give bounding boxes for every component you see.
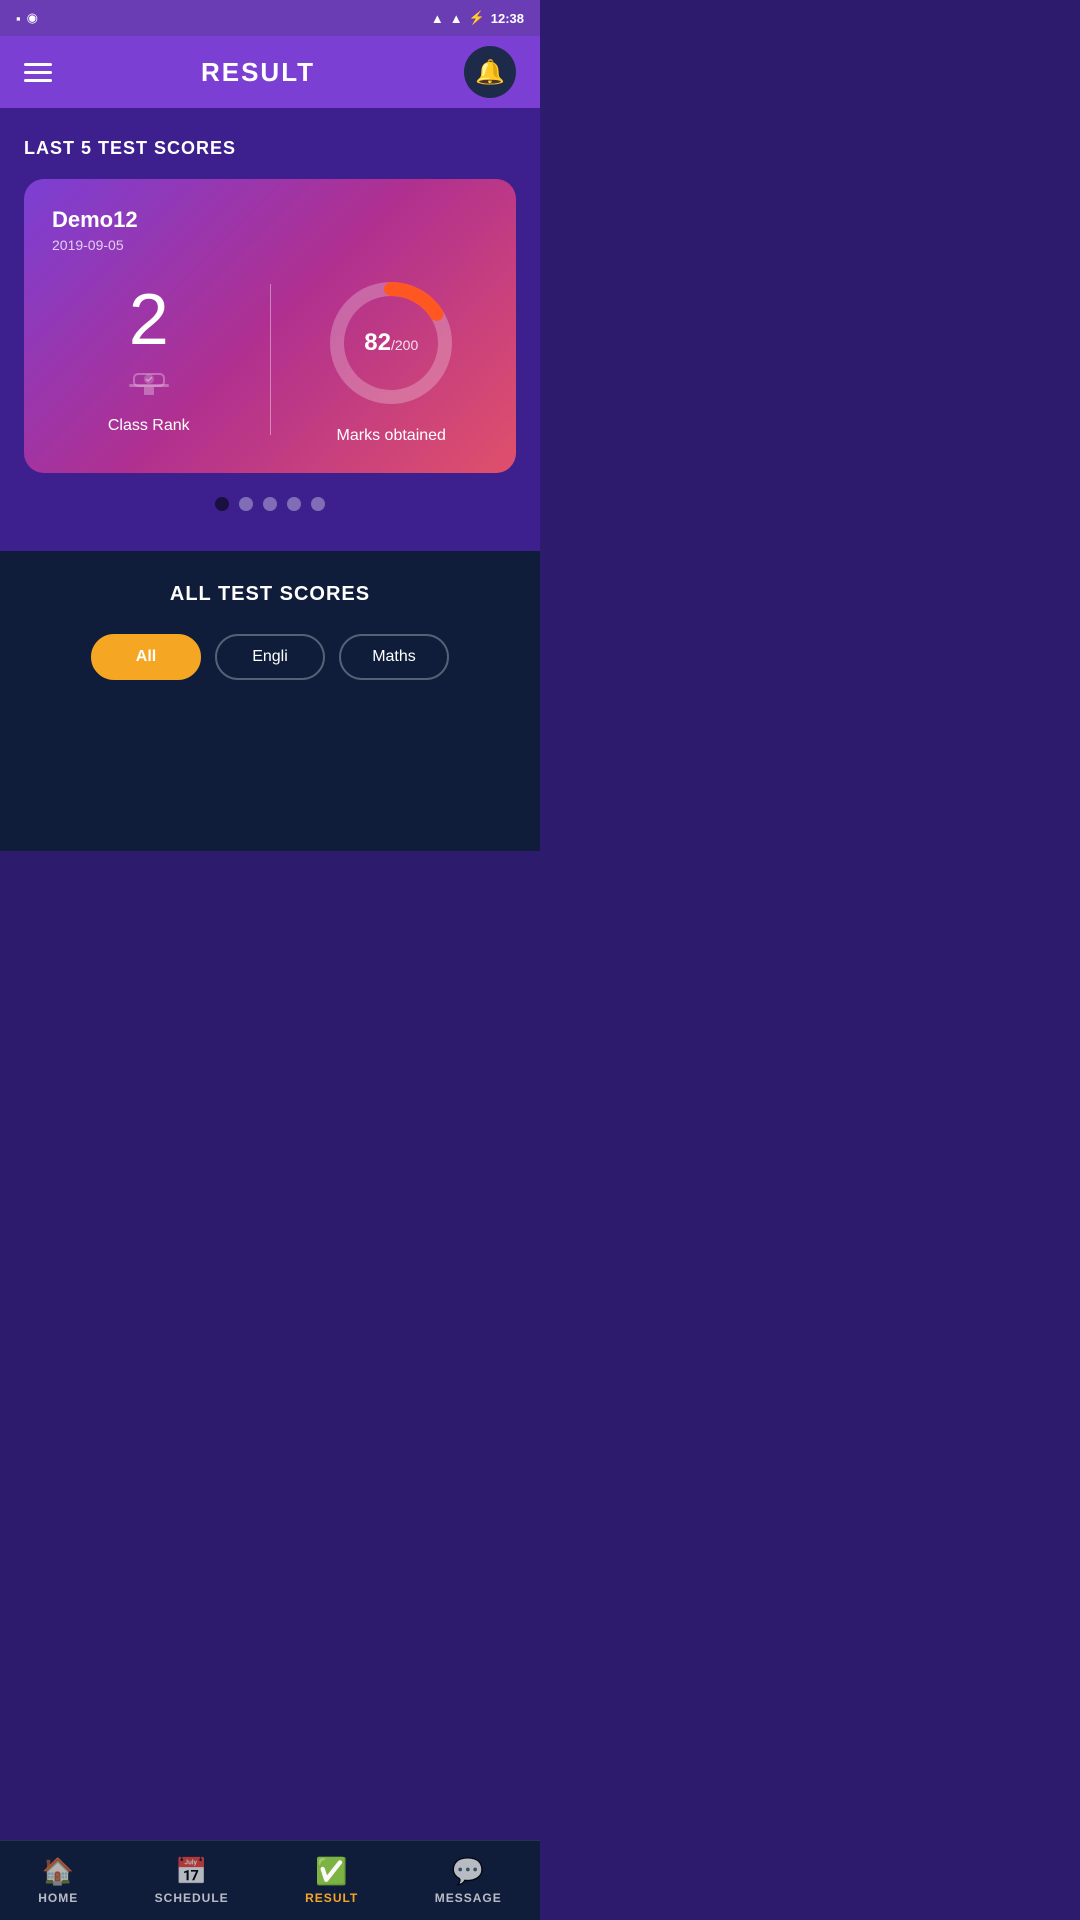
score-total: /200 xyxy=(391,337,418,353)
test-date: 2019-09-05 xyxy=(52,237,488,253)
message-icon: 💬 xyxy=(452,1856,485,1887)
marks-label: Marks obtained xyxy=(337,427,446,445)
filter-buttons-group: All Engli Maths xyxy=(24,634,516,680)
notification-button[interactable]: 🔔 xyxy=(464,46,516,98)
bell-icon: 🔔 xyxy=(475,58,505,87)
last-scores-title: LAST 5 TEST SCORES xyxy=(24,138,516,159)
all-scores-section: ALL TEST SCORES All Engli Maths xyxy=(0,551,540,851)
dot-1[interactable] xyxy=(215,497,229,511)
dot-2[interactable] xyxy=(239,497,253,511)
dot-4[interactable] xyxy=(287,497,301,511)
test-name: Demo12 xyxy=(52,207,488,233)
nav-message-label: MESSAGE xyxy=(435,1891,502,1905)
clock: 12:38 xyxy=(491,11,524,26)
sim-icon: ▪ xyxy=(16,11,21,26)
signal-icon: ▲ xyxy=(450,11,463,26)
app-header: RESULT 🔔 xyxy=(0,36,540,108)
score-card: Demo12 2019-09-05 2 xyxy=(24,179,516,473)
rank-section: 2 Class Rank xyxy=(52,284,271,435)
dot-5[interactable] xyxy=(311,497,325,511)
filter-maths-button[interactable]: Maths xyxy=(339,634,449,680)
card-body: 2 Class Rank xyxy=(52,273,488,445)
rank-trophy-icon xyxy=(124,364,174,409)
battery-icon: ⚡ xyxy=(469,10,485,26)
card-header: Demo12 2019-09-05 xyxy=(52,207,488,253)
score-section: 82/200 Marks obtained xyxy=(271,273,489,445)
nav-result-label: RESULT xyxy=(305,1891,358,1905)
all-scores-title: ALL TEST SCORES xyxy=(24,583,516,606)
page-title: RESULT xyxy=(201,57,315,88)
score-value: 82 xyxy=(364,329,391,356)
rank-label: Class Rank xyxy=(108,417,190,435)
nav-message[interactable]: 💬 MESSAGE xyxy=(435,1856,502,1905)
rank-number: 2 xyxy=(129,284,169,356)
filter-all-button[interactable]: All xyxy=(91,634,201,680)
result-icon: ✅ xyxy=(315,1856,348,1887)
nav-schedule[interactable]: 📅 SCHEDULE xyxy=(155,1856,229,1905)
nav-home-label: HOME xyxy=(38,1891,78,1905)
score-donut: 82/200 xyxy=(321,273,461,413)
menu-button[interactable] xyxy=(24,63,52,82)
status-right-icons: ▲ ▲ ⚡ 12:38 xyxy=(431,10,524,26)
status-left-icons: ▪ ◉ xyxy=(16,10,38,26)
nav-home[interactable]: 🏠 HOME xyxy=(38,1856,78,1905)
status-bar: ▪ ◉ ▲ ▲ ⚡ 12:38 xyxy=(0,0,540,36)
wifi-icon: ▲ xyxy=(431,11,444,26)
schedule-icon: 📅 xyxy=(175,1856,208,1887)
home-icon: 🏠 xyxy=(42,1856,75,1887)
weather-icon: ◉ xyxy=(27,10,38,26)
filter-engli-button[interactable]: Engli xyxy=(215,634,325,680)
last-scores-section: LAST 5 TEST SCORES Demo12 2019-09-05 2 xyxy=(0,108,540,551)
pagination-dots xyxy=(24,497,516,511)
nav-result[interactable]: ✅ RESULT xyxy=(305,1856,358,1905)
dot-3[interactable] xyxy=(263,497,277,511)
bottom-navigation: 🏠 HOME 📅 SCHEDULE ✅ RESULT 💬 MESSAGE xyxy=(0,1840,540,1920)
nav-schedule-label: SCHEDULE xyxy=(155,1891,229,1905)
donut-text: 82/200 xyxy=(364,329,418,357)
